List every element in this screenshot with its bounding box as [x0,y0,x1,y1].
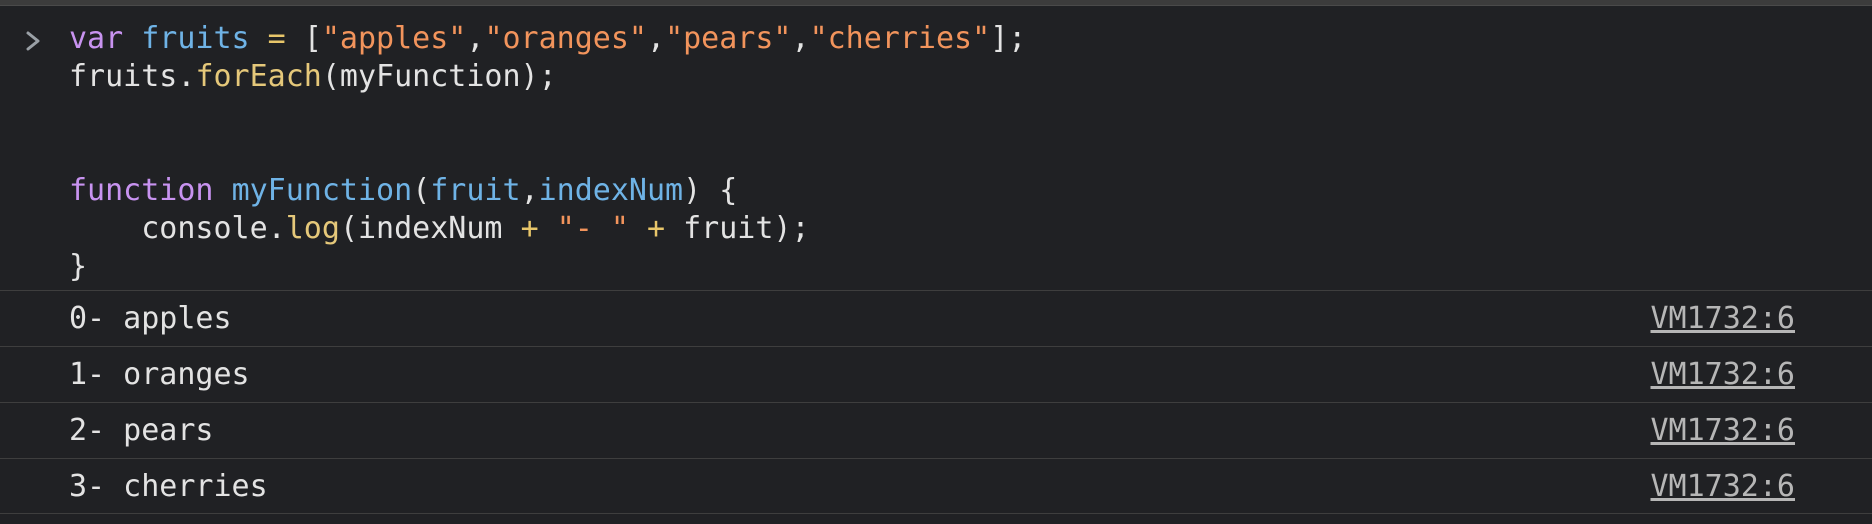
code-line-5: function myFunction(fruit,indexNum) { [69,172,1026,210]
log-message: 0- apples [69,301,232,336]
keyword-token: function [69,173,214,208]
string-token: "apples" [321,21,467,56]
log-source-link[interactable]: VM1732:6 [1651,301,1796,336]
console-log-row: 1- oranges VM1732:6 [0,346,1872,402]
operator-token: + [520,211,539,246]
log-message: 3- cherries [69,469,268,504]
log-source-link[interactable]: VM1732:6 [1651,413,1796,448]
code-line-6: console.log(indexNum + "- " + fruit); [69,210,1026,248]
log-message: 2- pears [69,413,214,448]
punct-token: , [647,21,666,56]
code-input[interactable]: var fruits = ["apples","oranges","pears"… [69,20,1026,286]
variable-token: fruits [141,21,250,56]
log-source-link[interactable]: VM1732:6 [1651,469,1796,504]
console-log-row: 0- apples VM1732:6 [0,290,1872,346]
args-token: (myFunction); [321,59,557,94]
code-line-7: } [69,248,1026,286]
console-log-row: 3- cherries VM1732:6 [0,458,1872,514]
string-token: "pears" [665,21,792,56]
args-token: (indexNum [339,211,521,246]
function-name-token: myFunction [231,173,413,208]
args-token: fruit); [665,211,810,246]
console-log-row: 2- pears VM1732:6 [0,402,1872,458]
string-token: "oranges" [484,21,647,56]
code-line-2: fruits.forEach(myFunction); [69,58,1026,96]
operator-token: + [647,211,666,246]
log-message: 1- oranges [69,357,250,392]
punct-token: ) { [683,173,738,208]
identifier-token: fruits. [69,59,196,94]
string-token: "cherries" [809,21,991,56]
keyword-token: var [69,21,124,56]
punct-token: , [520,173,539,208]
identifier-token: console. [69,211,286,246]
operator-token: = [249,21,304,56]
punct-token: } [69,249,88,284]
code-line-1: var fruits = ["apples","oranges","pears"… [69,20,1026,58]
punct-token: ]; [990,21,1027,56]
punct-token: , [466,21,485,56]
chevron-right-icon [22,26,46,56]
punct-token: ( [412,173,431,208]
method-token: forEach [195,59,322,94]
punct-token: , [791,21,810,56]
punct-token: [ [303,21,322,56]
param-token: fruit [430,173,521,208]
string-token: "- " [556,211,629,246]
console-input-entry[interactable]: var fruits = ["apples","oranges","pears"… [0,6,1872,290]
method-token: log [285,211,340,246]
log-source-link[interactable]: VM1732:6 [1651,357,1796,392]
param-token: indexNum [538,173,684,208]
